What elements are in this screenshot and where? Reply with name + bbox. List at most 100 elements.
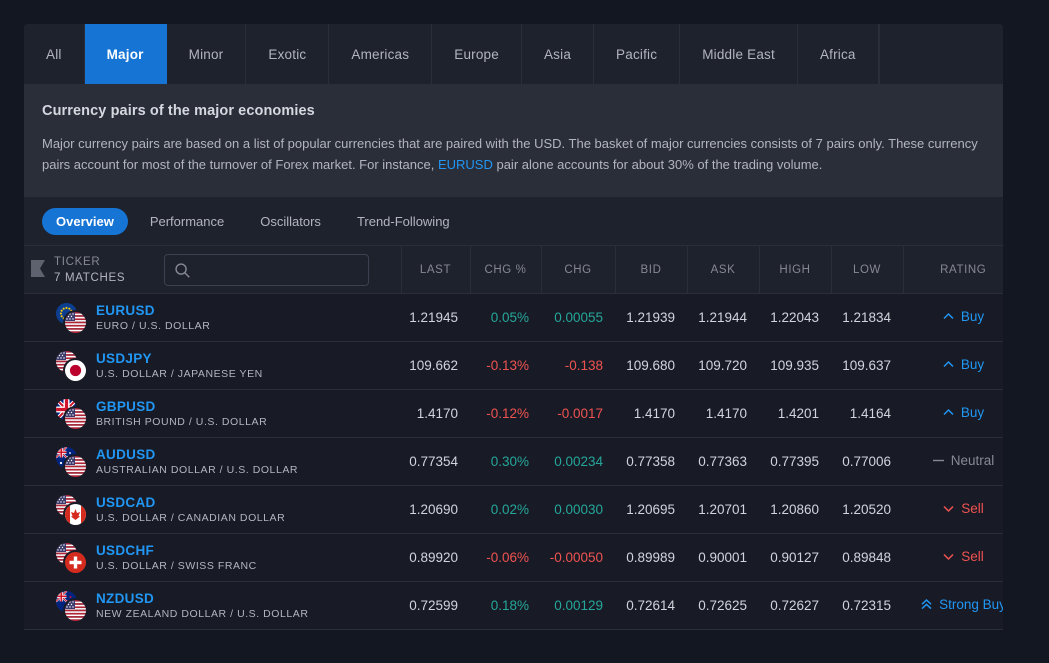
ticker-symbol[interactable]: EURUSD <box>96 303 210 318</box>
ticker-symbol[interactable]: GBPUSD <box>96 399 267 414</box>
category-tab-pacific[interactable]: Pacific <box>594 24 681 84</box>
cell-bid: 0.89989 <box>615 533 687 582</box>
category-tab-europe[interactable]: Europe <box>432 24 522 84</box>
category-tab-middle-east[interactable]: Middle East <box>680 24 798 84</box>
column-header-last[interactable]: LAST <box>400 245 470 294</box>
view-tab-oscillators[interactable]: Oscillators <box>246 208 335 235</box>
column-header-high[interactable]: HIGH <box>758 245 831 294</box>
table-row[interactable]: USDJPY U.S. DOLLAR / JAPANESE YEN 109.662-… <box>24 341 1003 390</box>
cell-ask: 1.4170 <box>687 389 759 438</box>
cell-high: 1.22043 <box>759 293 831 342</box>
bookmark-column-header[interactable] <box>24 245 46 294</box>
column-header-chg-pct[interactable]: CHG % <box>469 245 541 294</box>
cell-ask: 109.720 <box>687 341 759 390</box>
category-tab-exotic[interactable]: Exotic <box>246 24 330 84</box>
column-header-chg[interactable]: CHG <box>540 245 615 294</box>
rating-badge: Sell <box>942 549 984 564</box>
search-input[interactable] <box>197 262 368 277</box>
ticker-symbol[interactable]: USDCAD <box>96 495 285 510</box>
rating-label: Sell <box>961 549 984 564</box>
cell-rating: Strong Buy <box>903 581 1003 630</box>
chevron-down-icon <box>943 553 954 561</box>
cell-last: 0.77354 <box>401 437 470 486</box>
column-header-ask[interactable]: ASK <box>686 245 759 294</box>
table-row[interactable]: AUDUSD AUSTRALIAN DOLLAR / U.S. DOLLAR 0.7… <box>24 437 1003 486</box>
table-row[interactable]: NZDUSD NEW ZEALAND DOLLAR / U.S. DOLLAR 0.… <box>24 581 1003 630</box>
ticker-description: BRITISH POUND / U.S. DOLLAR <box>96 416 268 428</box>
row-bookmark-cell[interactable] <box>24 389 46 438</box>
row-ticker-cell[interactable]: USDCAD U.S. DOLLAR / CANADIAN DOLLAR <box>46 485 401 534</box>
cell-rating: Buy <box>903 341 1003 390</box>
rating-badge: Neutral <box>932 453 994 468</box>
column-header-low[interactable]: LOW <box>830 245 903 294</box>
table-row[interactable]: GBPUSD BRITISH POUND / U.S. DOLLAR 1.4170-… <box>24 389 1003 438</box>
ticker-description: U.S. DOLLAR / JAPANESE YEN <box>96 368 263 380</box>
cell-low: 0.89848 <box>831 533 903 582</box>
category-tab-africa[interactable]: Africa <box>798 24 879 84</box>
cell-chg-pct: 0.05% <box>470 293 541 342</box>
column-header-rating[interactable]: RATING <box>902 245 1003 294</box>
eurusd-link[interactable]: EURUSD <box>438 157 493 172</box>
cell-ask: 1.21944 <box>687 293 759 342</box>
cell-chg: 0.00234 <box>541 437 615 486</box>
row-bookmark-cell[interactable] <box>24 341 46 390</box>
bookmark-ribbon-icon <box>30 259 45 277</box>
cell-last: 0.72599 <box>401 581 470 630</box>
description-title: Currency pairs of the major economies <box>42 103 315 119</box>
cell-chg: 0.00129 <box>541 581 615 630</box>
cell-ask: 0.90001 <box>687 533 759 582</box>
currency-pair-flags-icon <box>56 590 86 621</box>
cell-ask: 0.72625 <box>687 581 759 630</box>
row-ticker-cell[interactable]: GBPUSD BRITISH POUND / U.S. DOLLAR <box>46 389 401 438</box>
rating-label: Buy <box>960 405 985 420</box>
row-ticker-cell[interactable]: USDCHF U.S. DOLLAR / SWISS FRANC <box>46 533 401 582</box>
cell-high: 0.90127 <box>759 533 831 582</box>
row-bookmark-cell[interactable] <box>24 293 46 342</box>
column-header-bid[interactable]: BID <box>614 245 687 294</box>
ticker-header-label[interactable]: TICKER <box>54 256 164 268</box>
cell-rating: Buy <box>903 389 1003 438</box>
row-bookmark-cell[interactable] <box>24 581 46 630</box>
cell-low: 1.21834 <box>831 293 903 342</box>
chevron-down-icon <box>943 505 954 513</box>
ticker-symbol[interactable]: USDCHF <box>96 543 257 558</box>
category-tab-minor[interactable]: Minor <box>167 24 247 84</box>
cell-ask: 0.77363 <box>687 437 759 486</box>
rating-badge: Buy <box>942 405 984 420</box>
table-row[interactable]: USDCHF U.S. DOLLAR / SWISS FRANC 0.89920 -0… <box>24 533 1003 582</box>
ticker-symbol[interactable]: AUDUSD <box>96 447 298 462</box>
search-box[interactable] <box>164 253 369 286</box>
view-tab-overview[interactable]: Overview <box>42 207 128 235</box>
ticker-symbol[interactable]: USDJPY <box>96 351 263 366</box>
row-bookmark-cell[interactable] <box>24 437 46 486</box>
cell-chg-pct: 0.18% <box>470 581 541 630</box>
category-tab-major[interactable]: Major <box>84 24 167 84</box>
chevron-up-icon <box>943 408 954 416</box>
row-ticker-cell[interactable]: EURUSD EURO / U.S. DOLLAR <box>46 293 401 342</box>
description-text-after: pair alone accounts for about 30% of the… <box>492 157 823 172</box>
cell-low: 1.20520 <box>831 485 903 534</box>
table-row[interactable]: EURUSD EURO / U.S. DOLLAR 1.21945 0.05% 0.00… <box>24 293 1003 342</box>
cell-bid: 109.680 <box>615 341 687 390</box>
category-tab-all[interactable]: All <box>24 24 85 84</box>
currency-pair-flags-icon <box>56 302 86 333</box>
row-ticker-cell[interactable]: AUDUSD AUSTRALIAN DOLLAR / U.S. DOLLAR <box>46 437 401 486</box>
table-row[interactable]: USDCAD U.S. DOLLAR / CANADIAN DOLLAR 1.206… <box>24 485 1003 534</box>
cell-high: 0.72627 <box>759 581 831 630</box>
cell-low: 1.4164 <box>831 389 903 438</box>
category-tab-asia[interactable]: Asia <box>522 24 595 84</box>
chevron-up-icon <box>943 360 954 368</box>
matches-count: 7 MATCHES <box>54 271 126 284</box>
view-tab-trend-following[interactable]: Trend-Following <box>343 208 464 235</box>
view-tab-performance[interactable]: Performance <box>136 208 238 235</box>
row-ticker-cell[interactable]: USDJPY U.S. DOLLAR / JAPANESE YEN <box>46 341 401 390</box>
row-ticker-cell[interactable]: NZDUSD NEW ZEALAND DOLLAR / U.S. DOLLAR <box>46 581 401 630</box>
ticker-symbol[interactable]: NZDUSD <box>96 591 308 606</box>
cell-last: 0.89920 <box>401 533 470 582</box>
description-panel: Currency pairs of the major economies Ma… <box>24 84 1003 197</box>
row-bookmark-cell[interactable] <box>24 485 46 534</box>
category-tab-americas[interactable]: Americas <box>329 24 433 84</box>
row-bookmark-cell[interactable] <box>24 533 46 582</box>
cell-bid: 1.4170 <box>615 389 687 438</box>
cell-chg-pct: 0.30% <box>470 437 541 486</box>
